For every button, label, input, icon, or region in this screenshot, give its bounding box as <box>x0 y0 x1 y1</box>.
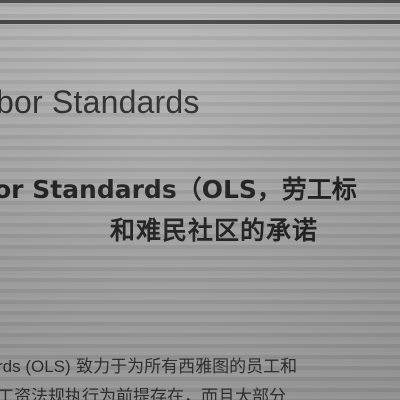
body-paragraph-line-2: 工资法规执行为前提存在，而且大部分 <box>0 382 286 400</box>
body-paragraph-line-1: rds (OLS) 致力于为所有西雅图的员工和 <box>0 352 297 377</box>
body-line-1-text: 致力于为所有西雅图的员工和 <box>70 357 298 377</box>
body-line-2-text: 工资法规执行为前提存在，而且大部分 <box>0 387 286 400</box>
top-border-line <box>0 0 400 3</box>
heading-line-1: or Standards（OLS，劳工标 <box>0 175 357 204</box>
heading-line-2: 和难民社区的承诺 <box>110 216 319 245</box>
header-rule-line <box>0 20 400 24</box>
document-page: abor Standards or Standards（OLS，劳工标 和难民社… <box>0 0 400 400</box>
header-title: abor Standards <box>0 84 200 120</box>
body-line-1-prefix: rds (OLS) <box>0 357 71 376</box>
